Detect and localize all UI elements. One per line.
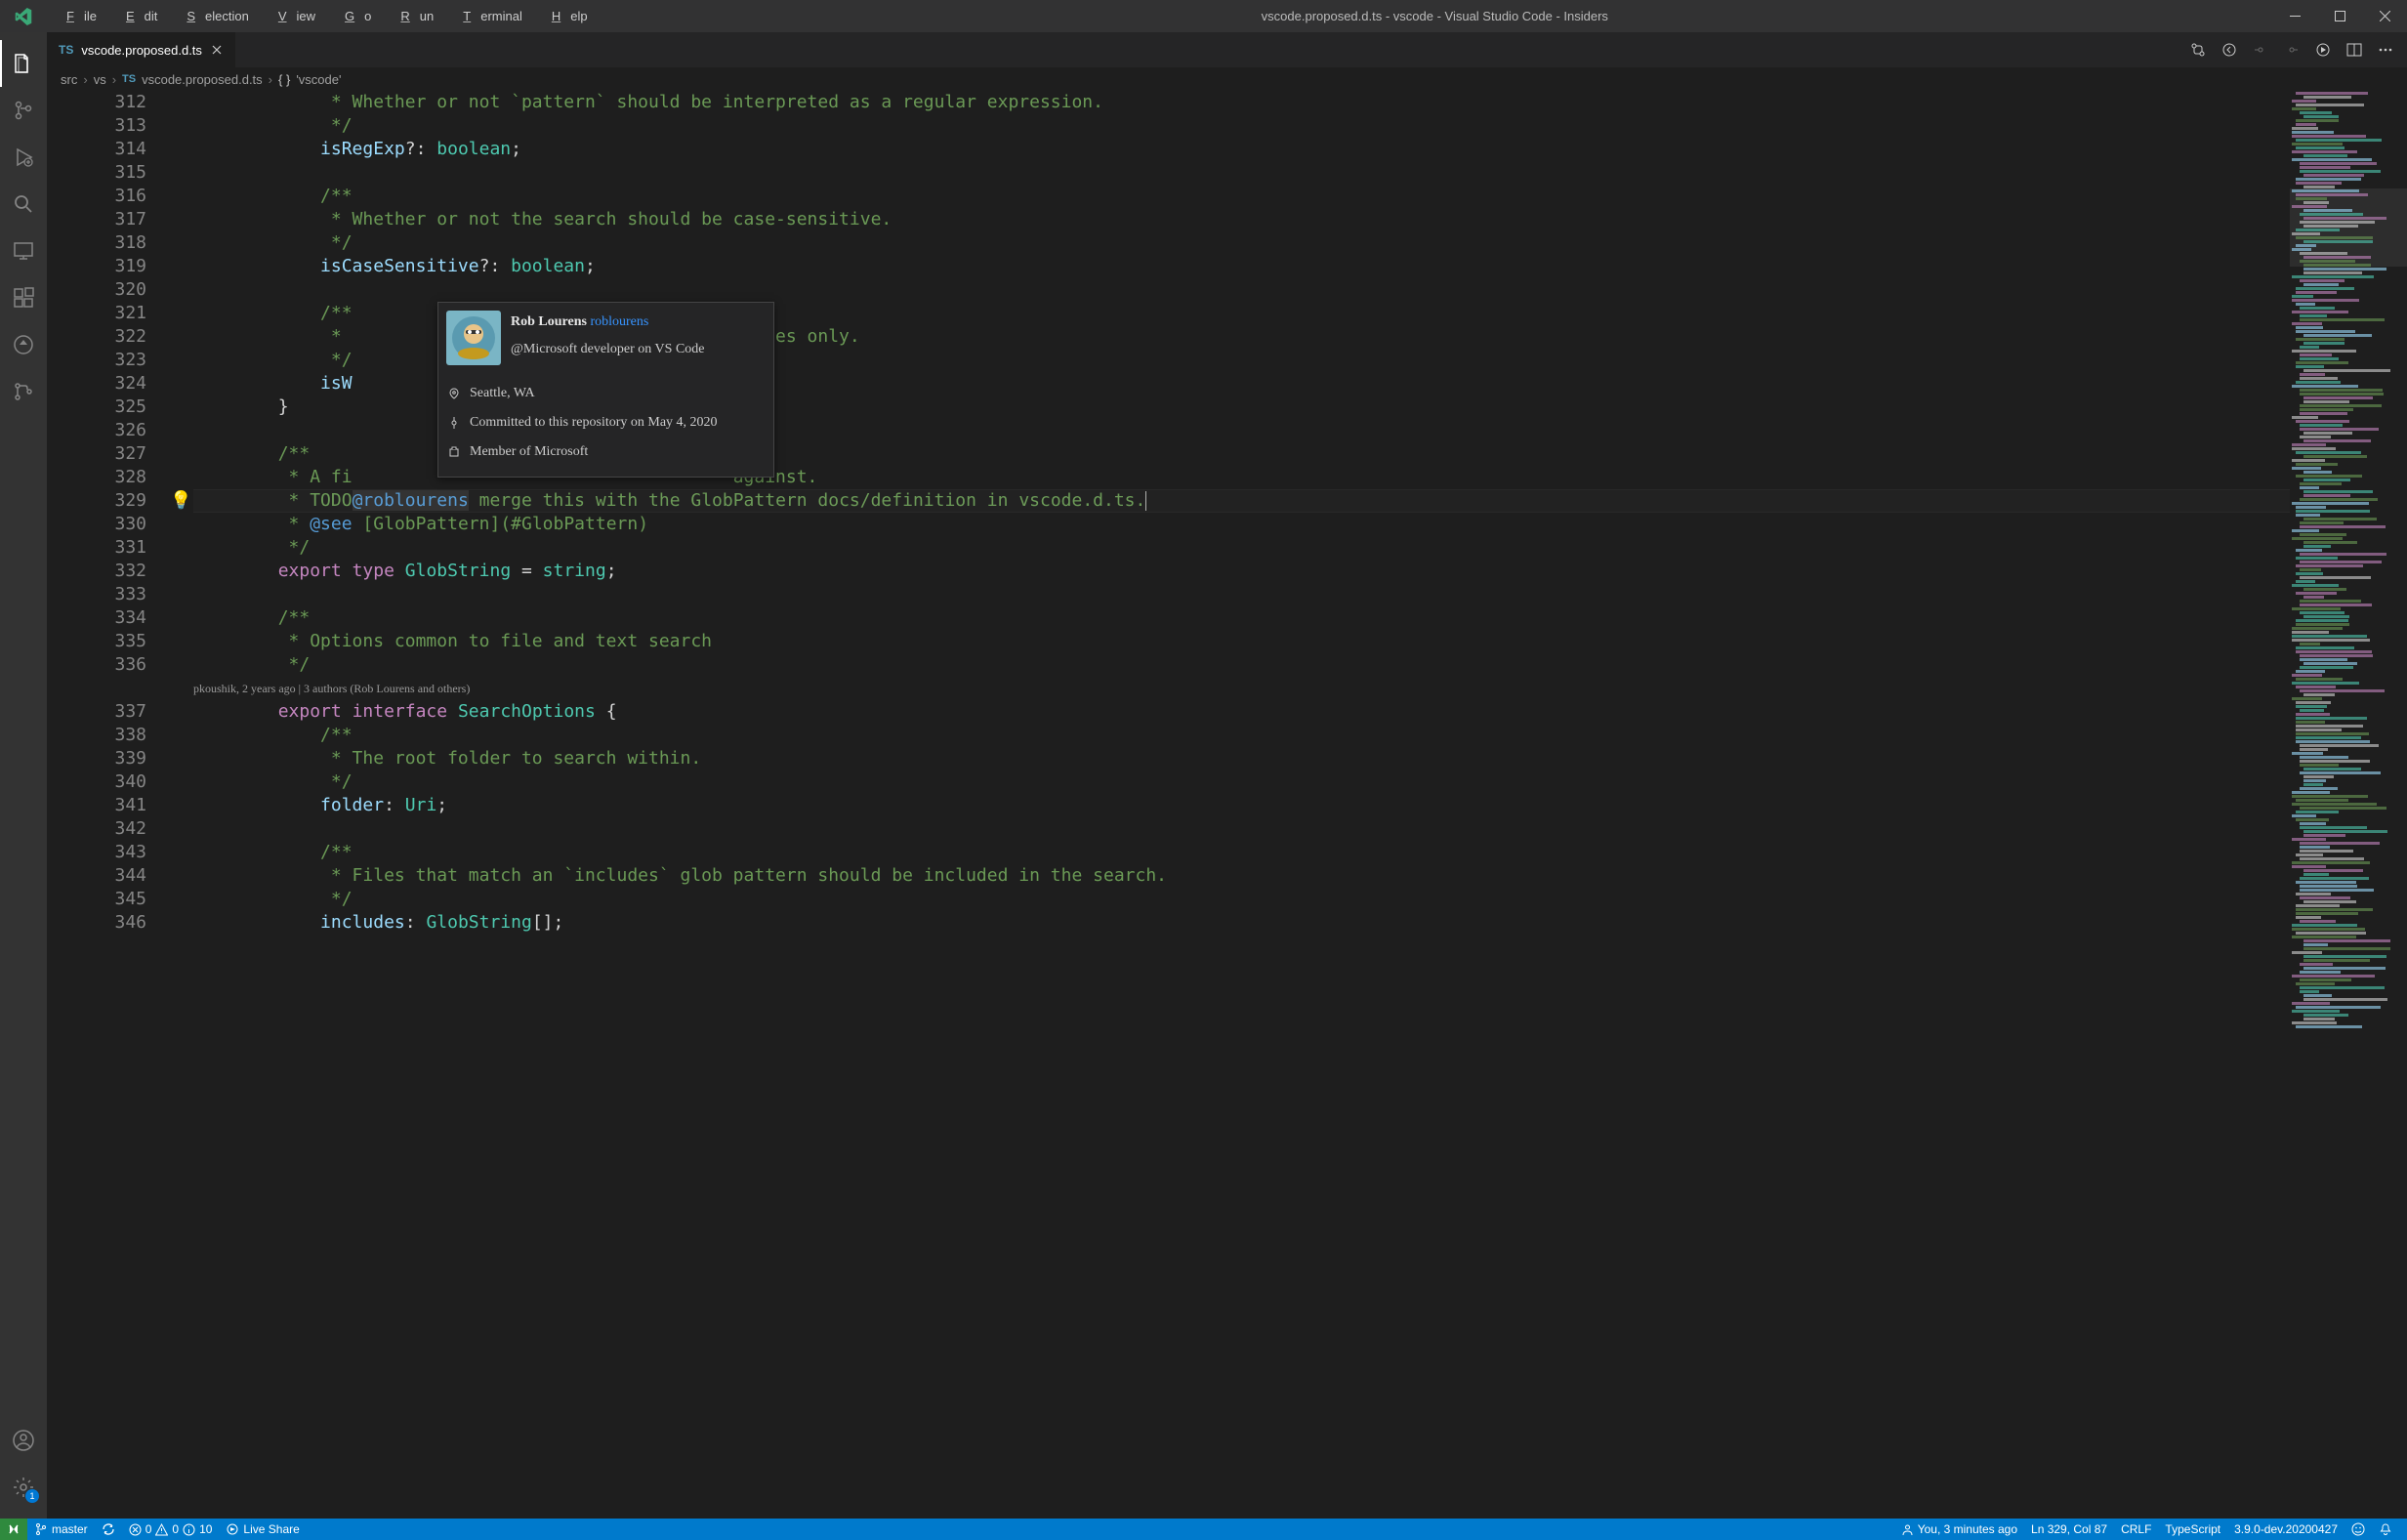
eol-indicator[interactable]: CRLF — [2114, 1519, 2158, 1540]
problems[interactable]: 0 0 10 — [122, 1519, 220, 1540]
minimap[interactable] — [2290, 91, 2407, 1519]
window-title: vscode.proposed.d.ts - vscode - Visual S… — [598, 9, 2272, 23]
location-icon — [448, 388, 462, 399]
breadcrumb[interactable]: src › vs › TS vscode.proposed.d.ts › { }… — [47, 67, 2407, 91]
menu-run[interactable]: Run — [381, 5, 443, 27]
hover-commit: Committed to this repository on May 4, 2… — [470, 411, 718, 435]
user-hover-card: Rob Lourens roblourens @Microsoft develo… — [437, 302, 774, 478]
nav-next-icon[interactable] — [2282, 40, 2302, 60]
breadcrumb-segment[interactable]: 'vscode' — [296, 72, 341, 87]
notifications-icon[interactable] — [2372, 1519, 2399, 1540]
code-content[interactable]: * Whether or not `pattern` should be int… — [193, 91, 2290, 1519]
breadcrumb-segment[interactable]: src — [61, 72, 77, 87]
codelens-authors[interactable]: pkoushik, 2 years ago | 3 authors (Rob L… — [193, 677, 470, 700]
breadcrumb-segment[interactable]: vs — [94, 72, 106, 87]
editor-area[interactable]: 3123133143153163173183193203213223233243… — [47, 91, 2407, 1519]
chevron-right-icon: › — [83, 72, 87, 87]
typescript-file-icon: TS — [59, 43, 73, 57]
cursor-position[interactable]: Ln 329, Col 87 — [2024, 1519, 2114, 1540]
typescript-version[interactable]: 3.9.0-dev.20200427 — [2227, 1519, 2345, 1540]
menu-help[interactable]: Help — [532, 5, 598, 27]
extensions-icon[interactable] — [0, 274, 47, 321]
breadcrumb-segment[interactable]: vscode.proposed.d.ts — [142, 72, 263, 87]
menu-edit[interactable]: Edit — [106, 5, 167, 27]
source-control-icon[interactable] — [0, 87, 47, 134]
close-button[interactable] — [2362, 0, 2407, 32]
remote-explorer-icon[interactable] — [0, 228, 47, 274]
avatar — [446, 311, 501, 365]
explorer-icon[interactable] — [0, 40, 47, 87]
sync-icon[interactable] — [95, 1519, 122, 1540]
docker-icon[interactable] — [0, 321, 47, 368]
org-icon — [448, 446, 462, 458]
nav-prev-icon[interactable] — [2251, 40, 2270, 60]
chevron-right-icon: › — [269, 72, 272, 87]
minimap-slider[interactable] — [2290, 188, 2407, 267]
git-branch[interactable]: master — [27, 1519, 95, 1540]
run-debug-icon[interactable] — [0, 134, 47, 181]
maximize-button[interactable] — [2317, 0, 2362, 32]
chevron-right-icon: › — [112, 72, 116, 87]
app-logo — [0, 8, 47, 25]
editor-tab[interactable]: TS vscode.proposed.d.ts — [47, 32, 235, 67]
live-share[interactable]: Live Share — [219, 1519, 306, 1540]
menu-selection[interactable]: Selection — [167, 5, 258, 27]
go-back-icon[interactable] — [2220, 40, 2239, 60]
lightbulb-icon[interactable]: 💡 — [170, 489, 191, 513]
feedback-icon[interactable] — [2345, 1519, 2372, 1540]
menu-view[interactable]: View — [259, 5, 325, 27]
hover-bio: @Microsoft developer on VS Code — [511, 338, 705, 361]
settings-badge: 1 — [25, 1489, 39, 1503]
remote-indicator[interactable] — [0, 1519, 27, 1540]
line-number-gutter: 3123133143153163173183193203213223233243… — [47, 91, 164, 1519]
menu-go[interactable]: Go — [325, 5, 381, 27]
commit-icon — [448, 417, 462, 429]
language-mode[interactable]: TypeScript — [2158, 1519, 2227, 1540]
accounts-icon[interactable] — [0, 1417, 47, 1464]
run-icon[interactable] — [2313, 40, 2333, 60]
hover-name: Rob Lourens — [511, 314, 587, 329]
github-icon[interactable] — [0, 368, 47, 415]
current-line-highlight — [193, 489, 2290, 513]
git-blame[interactable]: You, 3 minutes ago — [1894, 1519, 2024, 1540]
search-icon[interactable] — [0, 181, 47, 228]
tab-close-icon[interactable] — [210, 43, 224, 57]
minimize-button[interactable] — [2272, 0, 2317, 32]
menu-terminal[interactable]: Terminal — [443, 5, 532, 27]
more-actions-icon[interactable] — [2376, 40, 2395, 60]
hover-location: Seattle, WA — [470, 382, 535, 405]
hover-org: Member of Microsoft — [470, 440, 588, 464]
split-editor-icon[interactable] — [2345, 40, 2364, 60]
namespace-icon: { } — [278, 72, 290, 87]
hover-handle[interactable]: roblourens — [590, 314, 648, 329]
menu-file[interactable]: FFileile — [47, 5, 106, 27]
settings-gear-icon[interactable]: 1 — [0, 1464, 47, 1511]
tab-filename: vscode.proposed.d.ts — [81, 43, 202, 58]
compare-changes-icon[interactable] — [2188, 40, 2208, 60]
typescript-file-icon: TS — [122, 73, 136, 85]
